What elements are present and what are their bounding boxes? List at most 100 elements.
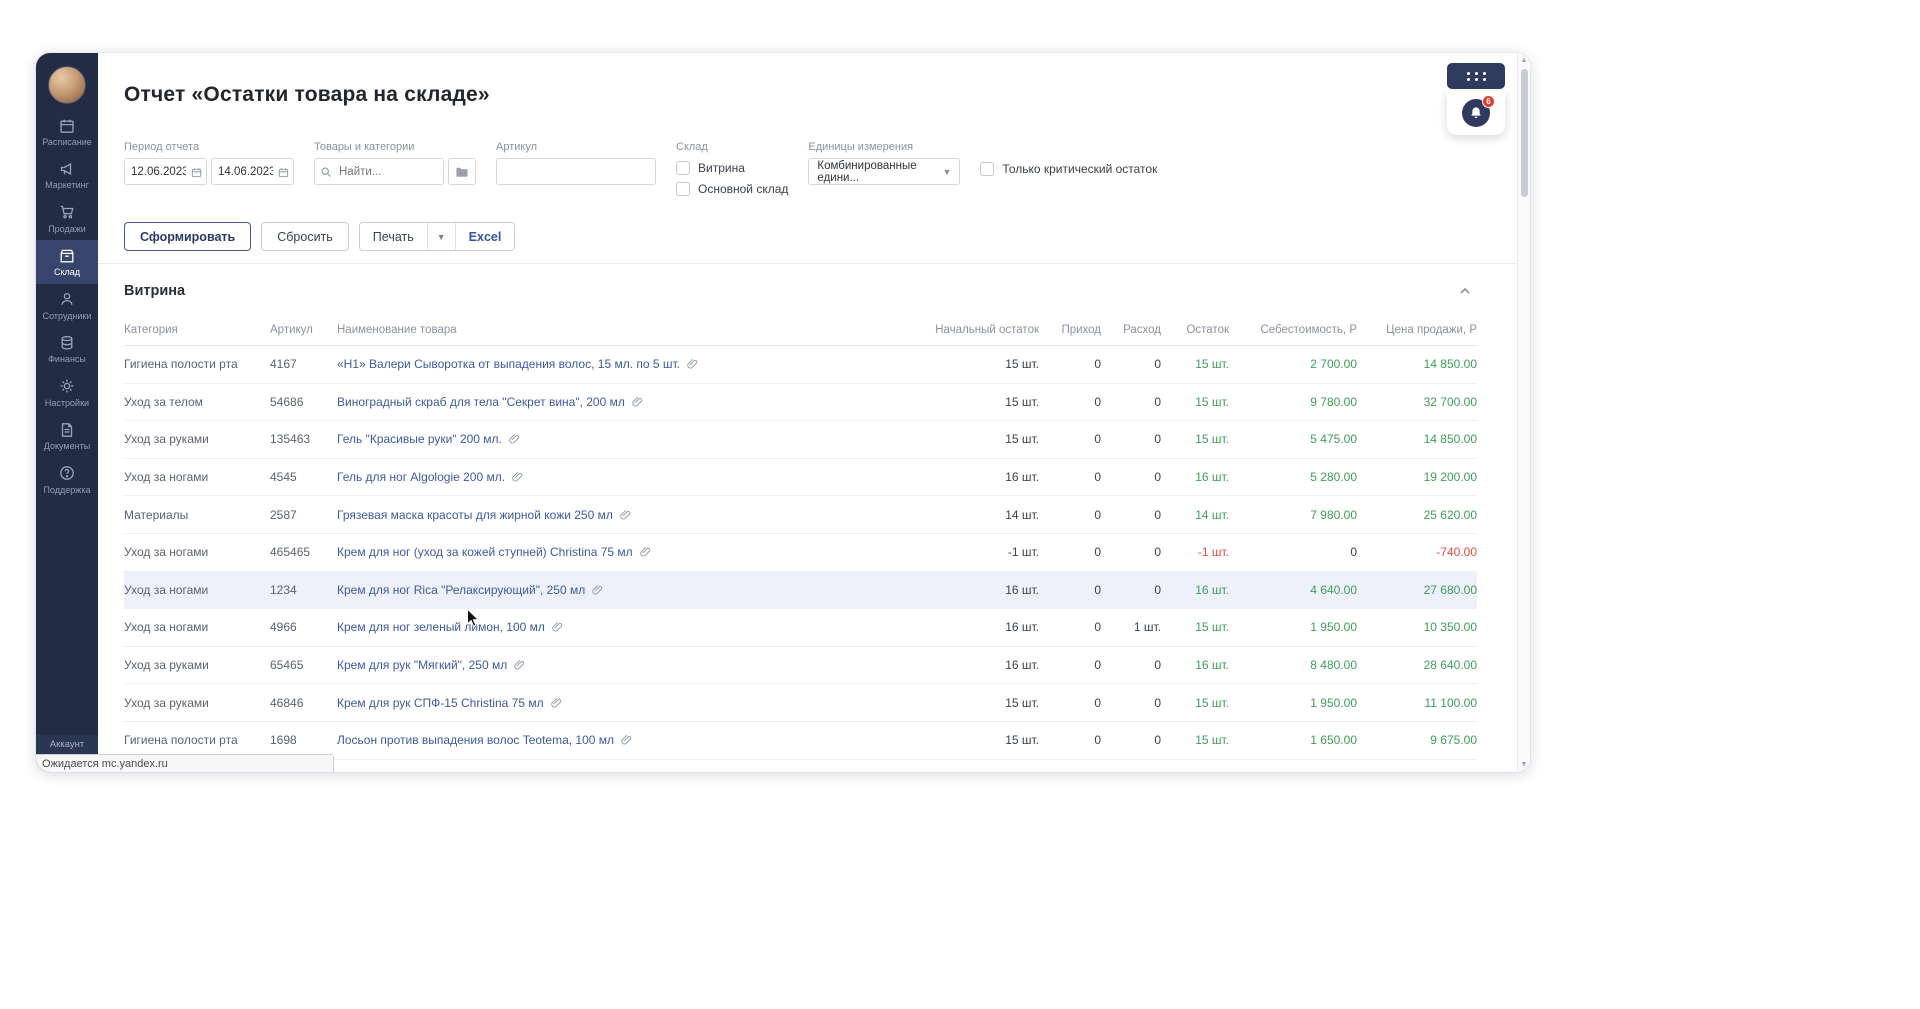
cell-cost: 7 980.00 bbox=[1310, 507, 1357, 522]
sales-icon bbox=[59, 204, 76, 221]
filter-warehouse: Склад Витрина Основной склад bbox=[676, 141, 788, 196]
table-row[interactable]: Уход за руками 65465 Крем для рук "Мягкий"… bbox=[124, 647, 1477, 685]
sidebar-item-marketing[interactable]: Маркетинг bbox=[36, 153, 98, 196]
user-avatar[interactable] bbox=[48, 66, 86, 104]
category-folder-button[interactable] bbox=[448, 158, 476, 185]
generate-button[interactable]: Сформировать bbox=[124, 222, 252, 251]
warehouse-option-vitrina[interactable]: Витрина bbox=[676, 161, 788, 175]
products-search-input[interactable] bbox=[314, 158, 444, 185]
cell-product-name: Гель для ног Algologie 200 мл. bbox=[337, 470, 927, 484]
product-link[interactable]: Лосьон против выпадения волос Teotema, 1… bbox=[337, 733, 614, 747]
column-header-label[interactable]: Артикул bbox=[270, 324, 313, 336]
sku-input[interactable] bbox=[496, 158, 656, 185]
cell-category: Материалы bbox=[124, 507, 189, 522]
cell-category: Уход за руками bbox=[124, 658, 209, 673]
table-row[interactable]: Материалы 2587 Грязевая маска красоты для … bbox=[124, 496, 1477, 534]
warehouse-label: Склад bbox=[676, 141, 708, 153]
units-select[interactable]: Комбинированные едини... ▼ bbox=[808, 158, 961, 185]
collapse-section-button[interactable] bbox=[1453, 280, 1477, 302]
print-dropdown-button[interactable]: ▼ bbox=[427, 223, 456, 250]
table-row[interactable]: Уход за ногами 465465 Крем для ног (уход з… bbox=[124, 534, 1477, 572]
product-link[interactable]: Крем для ног Rica "Релаксирующий", 250 м… bbox=[337, 583, 585, 597]
table-row[interactable]: Уход за ногами 1234 Крем для ног Rica "Рел… bbox=[124, 571, 1477, 610]
column-header-label[interactable]: Категория bbox=[124, 324, 178, 336]
checkbox-label: Основной склад bbox=[698, 182, 789, 196]
product-link[interactable]: Гель "Красивые руки" 200 мл. bbox=[337, 432, 502, 446]
table-row[interactable]: Уход за руками 46846 Крем для рук СПФ-15 C… bbox=[124, 684, 1477, 722]
cell-income: 0 bbox=[1094, 357, 1101, 372]
sidebar-item-settings[interactable]: Настройки bbox=[36, 371, 98, 414]
stock-table: Категория Артикул Наименование товара Начал… bbox=[124, 315, 1477, 760]
product-link[interactable]: «Н1» Валери Сыворотка от выпадения волос… bbox=[337, 357, 680, 371]
cell-initial-stock: 15 шт. bbox=[1005, 432, 1039, 447]
vertical-scrollbar[interactable]: ▲ ▼ bbox=[1517, 53, 1530, 772]
table-row[interactable]: Уход за ногами 4545 Гель для ног Algologie… bbox=[124, 459, 1477, 497]
sidebar-item-staff[interactable]: Сотрудники bbox=[36, 284, 98, 327]
cell-expense: 0 bbox=[1154, 695, 1161, 710]
cell-product-name: Грязевая маска красоты для жирной кожи 2… bbox=[337, 508, 927, 522]
warehouse-option-main[interactable]: Основной склад bbox=[676, 182, 788, 196]
column-header: Себестоимость, Р bbox=[1229, 324, 1357, 336]
sidebar-item-support[interactable]: Поддержка bbox=[36, 458, 98, 501]
attachment-icon bbox=[512, 472, 523, 482]
product-link[interactable]: Крем для рук "Мягкий", 250 мл bbox=[337, 658, 507, 672]
column-header: Наименование товара bbox=[337, 324, 927, 336]
product-link[interactable]: Крем для ног зеленый лимон, 100 мл bbox=[337, 620, 545, 634]
column-header: Категория bbox=[124, 324, 270, 336]
cell-product-name: Крем для ног зеленый лимон, 100 мл bbox=[337, 620, 927, 634]
sidebar-item-label: Склад bbox=[53, 267, 81, 278]
sidebar-item-documents[interactable]: Документы bbox=[36, 414, 98, 457]
excel-button[interactable]: Excel bbox=[455, 223, 515, 250]
calendar-icon bbox=[59, 117, 76, 134]
staff-icon bbox=[59, 291, 76, 308]
cell-cost: 5 280.00 bbox=[1310, 470, 1357, 485]
product-link[interactable]: Крем для рук СПФ-15 Christina 75 мл bbox=[337, 696, 544, 710]
cell-category: Уход за ногами bbox=[124, 620, 209, 635]
cell-sku: 4966 bbox=[270, 620, 297, 635]
cell-product-name: Лосьон против выпадения волос Teotema, 1… bbox=[337, 733, 927, 747]
finance-icon bbox=[59, 334, 76, 351]
cell-cost: 9 780.00 bbox=[1310, 394, 1357, 409]
product-link[interactable]: Грязевая маска красоты для жирной кожи 2… bbox=[337, 508, 613, 522]
table-row[interactable]: Уход за руками 135463 Гель "Красивые руки"… bbox=[124, 421, 1477, 459]
notifications-button[interactable]: 6 bbox=[1462, 95, 1495, 127]
filter-sku: Артикул bbox=[496, 141, 656, 185]
sidebar-item-sales[interactable]: Продажи bbox=[36, 197, 98, 240]
print-button[interactable]: Печать bbox=[359, 223, 428, 250]
table-row[interactable]: Уход за ногами 4966 Крем для ног зеленый л… bbox=[124, 609, 1477, 647]
critical-stock-checkbox[interactable]: Только критический остаток bbox=[980, 162, 1157, 176]
sidebar-item-label: Документы bbox=[43, 441, 91, 452]
scroll-up-arrow[interactable]: ▲ bbox=[1518, 57, 1530, 64]
product-link[interactable]: Виноградный скраб для тела "Секрет вина"… bbox=[337, 395, 625, 409]
cell-initial-stock: 16 шт. bbox=[1005, 470, 1039, 485]
sidebar-item-account[interactable]: Аккаунт bbox=[36, 735, 98, 754]
cell-sku: 465465 bbox=[270, 545, 311, 560]
cell-category: Уход за телом bbox=[124, 394, 203, 409]
attachment-icon bbox=[687, 359, 698, 369]
reset-button[interactable]: Сбросить bbox=[261, 222, 349, 251]
cell-product-name: «Н1» Валери Сыворотка от выпадения волос… bbox=[337, 357, 927, 371]
cell-sale-price: 32 700.00 bbox=[1423, 394, 1477, 409]
period-label: Период отчета bbox=[124, 141, 200, 153]
checkbox-label: Только критический остаток bbox=[1002, 162, 1158, 176]
product-link[interactable]: Крем для ног (уход за кожей ступней) Chr… bbox=[337, 545, 633, 559]
sidebar-item-warehouse[interactable]: Склад bbox=[36, 240, 98, 284]
column-header-label[interactable]: Наименование товара bbox=[337, 324, 457, 336]
cell-income: 0 bbox=[1094, 432, 1101, 447]
cell-product-name: Крем для рук "Мягкий", 250 мл bbox=[337, 658, 927, 672]
floating-widget: 6 bbox=[1447, 63, 1505, 135]
cell-product-name: Крем для ног (уход за кожей ступней) Chr… bbox=[337, 545, 927, 559]
sidebar-item-label: Расписание bbox=[42, 137, 92, 147]
sidebar-item-calendar[interactable]: Расписание bbox=[36, 110, 98, 153]
table-row[interactable]: Уход за телом 54686 Виноградный скраб для … bbox=[124, 384, 1477, 422]
sidebar-item-label: Финансы bbox=[48, 354, 86, 365]
attachment-icon bbox=[514, 660, 525, 670]
product-link[interactable]: Гель для ног Algologie 200 мл. bbox=[337, 470, 505, 484]
sidebar-item-finance[interactable]: Финансы bbox=[36, 327, 98, 370]
apps-grid-button[interactable] bbox=[1447, 63, 1505, 89]
scroll-down-arrow[interactable]: ▼ bbox=[1518, 761, 1530, 768]
scrollbar-thumb[interactable] bbox=[1521, 69, 1528, 197]
table-row[interactable]: Гигиена полости рта 4167 «Н1» Валери Сывор… bbox=[124, 346, 1477, 384]
cell-expense: 0 bbox=[1154, 357, 1161, 372]
cell-category: Уход за ногами bbox=[124, 582, 209, 597]
